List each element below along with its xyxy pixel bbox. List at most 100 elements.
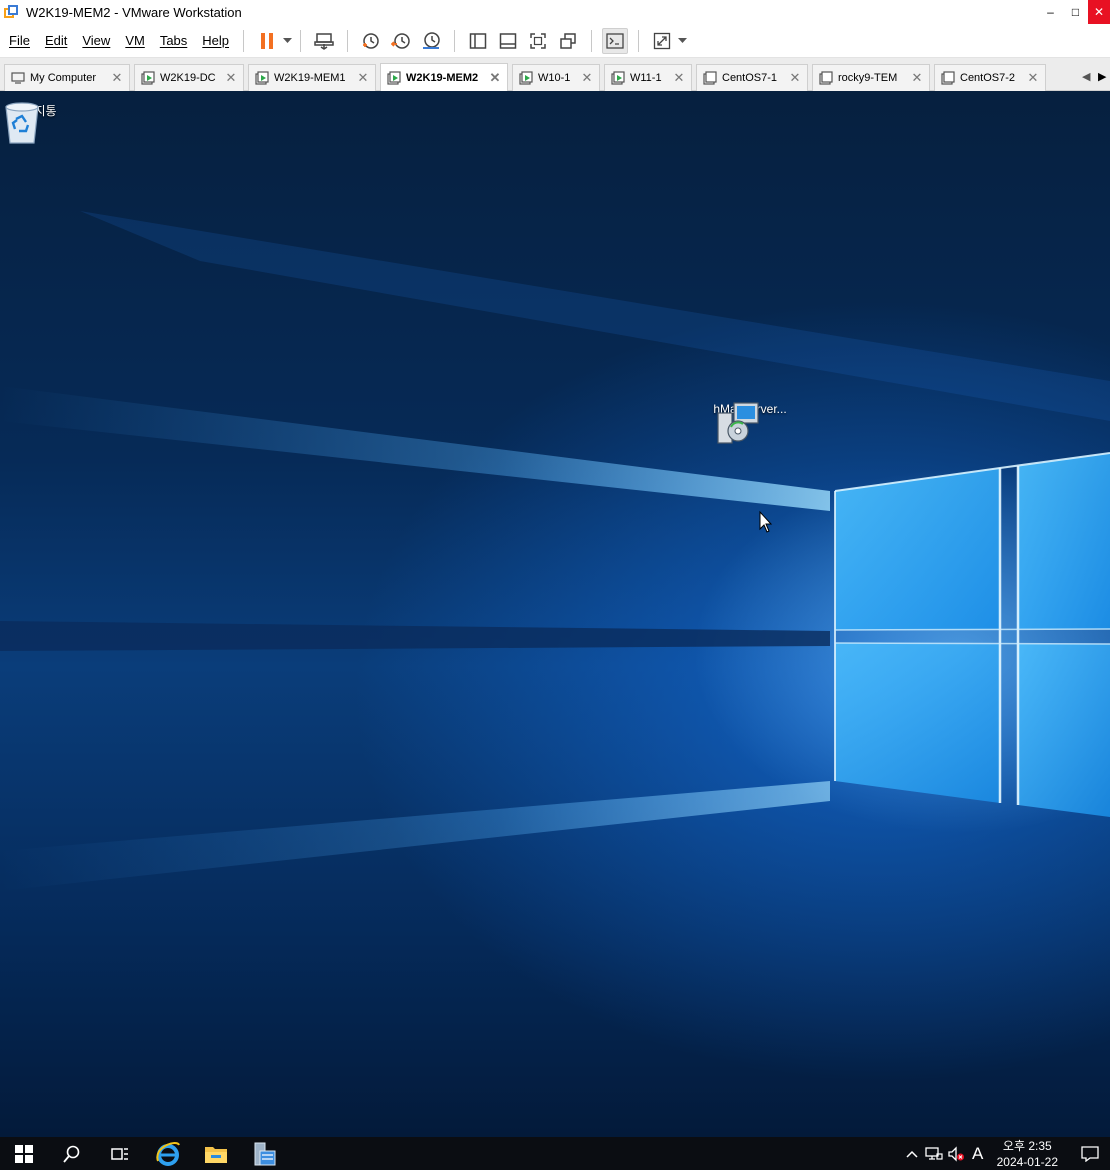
console-view-icon[interactable] bbox=[602, 27, 629, 54]
tab-close-icon[interactable]: ✕ bbox=[789, 70, 801, 86]
menu-view[interactable]: View bbox=[76, 33, 116, 48]
clock[interactable]: 오후 2:35 2024-01-22 bbox=[997, 1138, 1058, 1170]
menu-toolbar: File Edit View VM Tabs Help bbox=[0, 24, 1110, 58]
tab-close-icon[interactable]: ✕ bbox=[1027, 70, 1039, 86]
tab-close-icon[interactable]: ✕ bbox=[581, 70, 593, 86]
toolbar-separator bbox=[638, 29, 640, 52]
menu-file[interactable]: File bbox=[3, 33, 36, 48]
window-controls: – □ ✕ bbox=[1038, 0, 1110, 24]
search-button[interactable] bbox=[48, 1137, 96, 1170]
guest-taskbar: A 오후 2:35 2024-01-22 bbox=[0, 1137, 1110, 1170]
server-manager-button[interactable] bbox=[240, 1137, 288, 1170]
tab-close-icon[interactable]: ✕ bbox=[673, 70, 685, 86]
start-button[interactable] bbox=[0, 1137, 48, 1170]
tab-label: rocky9-TEM bbox=[838, 72, 898, 84]
tab-centos7-1[interactable]: CentOS7-1 ✕ bbox=[696, 64, 808, 91]
title-bar: W2K19-MEM2 - VMware Workstation – □ ✕ bbox=[0, 0, 1110, 24]
menu-tabs[interactable]: Tabs bbox=[154, 33, 193, 48]
vm-running-icon bbox=[387, 70, 401, 85]
minimize-button[interactable]: – bbox=[1038, 0, 1063, 24]
toolbar-separator bbox=[454, 29, 456, 52]
internet-explorer-button[interactable] bbox=[144, 1137, 192, 1170]
tab-close-icon[interactable]: ✕ bbox=[911, 70, 923, 86]
internet-explorer-icon bbox=[156, 1141, 180, 1166]
toolbar-separator bbox=[347, 29, 349, 52]
tab-label: W2K19-DC bbox=[160, 72, 216, 84]
windows-start-icon bbox=[15, 1144, 33, 1163]
stretch-menu-chevron-down-icon[interactable] bbox=[677, 28, 687, 54]
tab-scroll-left-icon[interactable]: ◀ bbox=[1082, 70, 1090, 83]
tab-close-icon[interactable]: ✕ bbox=[225, 70, 237, 86]
power-menu-chevron-down-icon[interactable] bbox=[282, 28, 292, 54]
window-title: W2K19-MEM2 - VMware Workstation bbox=[26, 4, 242, 20]
vm-stopped-icon bbox=[703, 71, 717, 85]
volume-muted-icon[interactable] bbox=[945, 1137, 967, 1170]
tab-label: My Computer bbox=[30, 72, 97, 84]
menu-help[interactable]: Help bbox=[196, 33, 235, 48]
system-tray: A 오후 2:35 2024-01-22 bbox=[901, 1137, 1110, 1170]
tab-my-computer[interactable]: My Computer ✕ bbox=[4, 64, 130, 91]
server-manager-icon bbox=[254, 1142, 276, 1165]
toolbar-separator bbox=[243, 29, 245, 52]
vm-running-icon bbox=[255, 71, 269, 85]
desktop-icon-recycle-bin[interactable]: 휴지통 bbox=[0, 99, 80, 144]
tab-centos7-2[interactable]: CentOS7-2 ✕ bbox=[934, 64, 1046, 91]
guest-desktop[interactable]: 휴지통 hMailServer... bbox=[0, 91, 1110, 1137]
input-method-indicator[interactable]: A bbox=[967, 1137, 989, 1170]
snapshot-manager-icon[interactable] bbox=[418, 28, 444, 54]
notification-icon bbox=[1081, 1145, 1099, 1162]
toolbar-separator bbox=[591, 29, 593, 52]
menu-vm[interactable]: VM bbox=[119, 33, 151, 48]
tab-label: W10-1 bbox=[538, 72, 571, 84]
tab-label: W2K19-MEM2 bbox=[406, 71, 479, 84]
windows-wallpaper bbox=[0, 211, 1110, 891]
tab-label: CentOS7-2 bbox=[960, 72, 1016, 84]
tab-scroll-right-icon[interactable]: ▶ bbox=[1098, 70, 1106, 83]
folder-icon bbox=[205, 1146, 227, 1163]
vm-running-icon bbox=[611, 71, 625, 85]
file-explorer-button[interactable] bbox=[192, 1137, 240, 1170]
menu-edit[interactable]: Edit bbox=[39, 33, 73, 48]
take-snapshot-icon[interactable] bbox=[358, 28, 384, 54]
stretch-guest-icon[interactable] bbox=[649, 28, 675, 54]
vm-stopped-icon bbox=[941, 71, 955, 85]
send-ctrl-alt-del-icon[interactable] bbox=[311, 28, 337, 54]
clock-time: 오후 2:35 bbox=[1002, 1138, 1052, 1153]
task-view-button[interactable] bbox=[96, 1137, 144, 1170]
close-button[interactable]: ✕ bbox=[1088, 0, 1110, 24]
search-icon bbox=[63, 1145, 80, 1163]
tab-w11-1[interactable]: W11-1 ✕ bbox=[604, 64, 692, 91]
clock-date: 2024-01-22 bbox=[996, 1154, 1058, 1169]
tab-close-icon[interactable]: ✕ bbox=[111, 70, 123, 86]
show-library-icon[interactable] bbox=[465, 28, 491, 54]
tab-label: W11-1 bbox=[630, 72, 662, 84]
recycle-bin-icon bbox=[5, 102, 39, 144]
tab-w2k19-mem1[interactable]: W2K19-MEM1 ✕ bbox=[248, 64, 376, 91]
toolbar-separator bbox=[300, 29, 302, 52]
action-center-button[interactable] bbox=[1070, 1137, 1110, 1170]
show-hidden-icons-chevron-up-icon[interactable] bbox=[901, 1137, 923, 1170]
network-icon[interactable] bbox=[923, 1137, 945, 1170]
tab-w2k19-mem2[interactable]: W2K19-MEM2 ✕ bbox=[380, 63, 508, 91]
mouse-pointer-icon bbox=[759, 510, 773, 533]
vm-running-icon bbox=[141, 71, 155, 85]
tab-rocky9-tem[interactable]: rocky9-TEM ✕ bbox=[812, 64, 930, 91]
tab-close-icon[interactable]: ✕ bbox=[489, 70, 501, 86]
computer-icon bbox=[11, 72, 25, 84]
tab-w2k19-dc[interactable]: W2K19-DC ✕ bbox=[134, 64, 244, 91]
vm-running-icon bbox=[519, 71, 533, 85]
revert-snapshot-icon[interactable] bbox=[388, 28, 414, 54]
vm-stopped-icon bbox=[819, 71, 833, 85]
tab-close-icon[interactable]: ✕ bbox=[357, 70, 369, 86]
pause-icon[interactable] bbox=[254, 28, 280, 54]
vmware-window: W2K19-MEM2 - VMware Workstation – □ ✕ Fi… bbox=[0, 0, 1110, 1170]
thumbnail-bar-icon[interactable] bbox=[495, 28, 521, 54]
desktop-icon-hmailserver[interactable]: hMailServer... bbox=[710, 399, 790, 444]
task-view-icon bbox=[111, 1147, 128, 1160]
tab-w10-1[interactable]: W10-1 ✕ bbox=[512, 64, 600, 91]
maximize-button[interactable]: □ bbox=[1063, 0, 1088, 24]
full-screen-icon[interactable] bbox=[525, 28, 551, 54]
vm-tab-bar: My Computer ✕ W2K19-DC ✕ W2K19-MEM1 ✕ W2… bbox=[0, 58, 1110, 91]
unity-icon[interactable] bbox=[555, 28, 581, 54]
tab-label: CentOS7-1 bbox=[722, 72, 778, 84]
